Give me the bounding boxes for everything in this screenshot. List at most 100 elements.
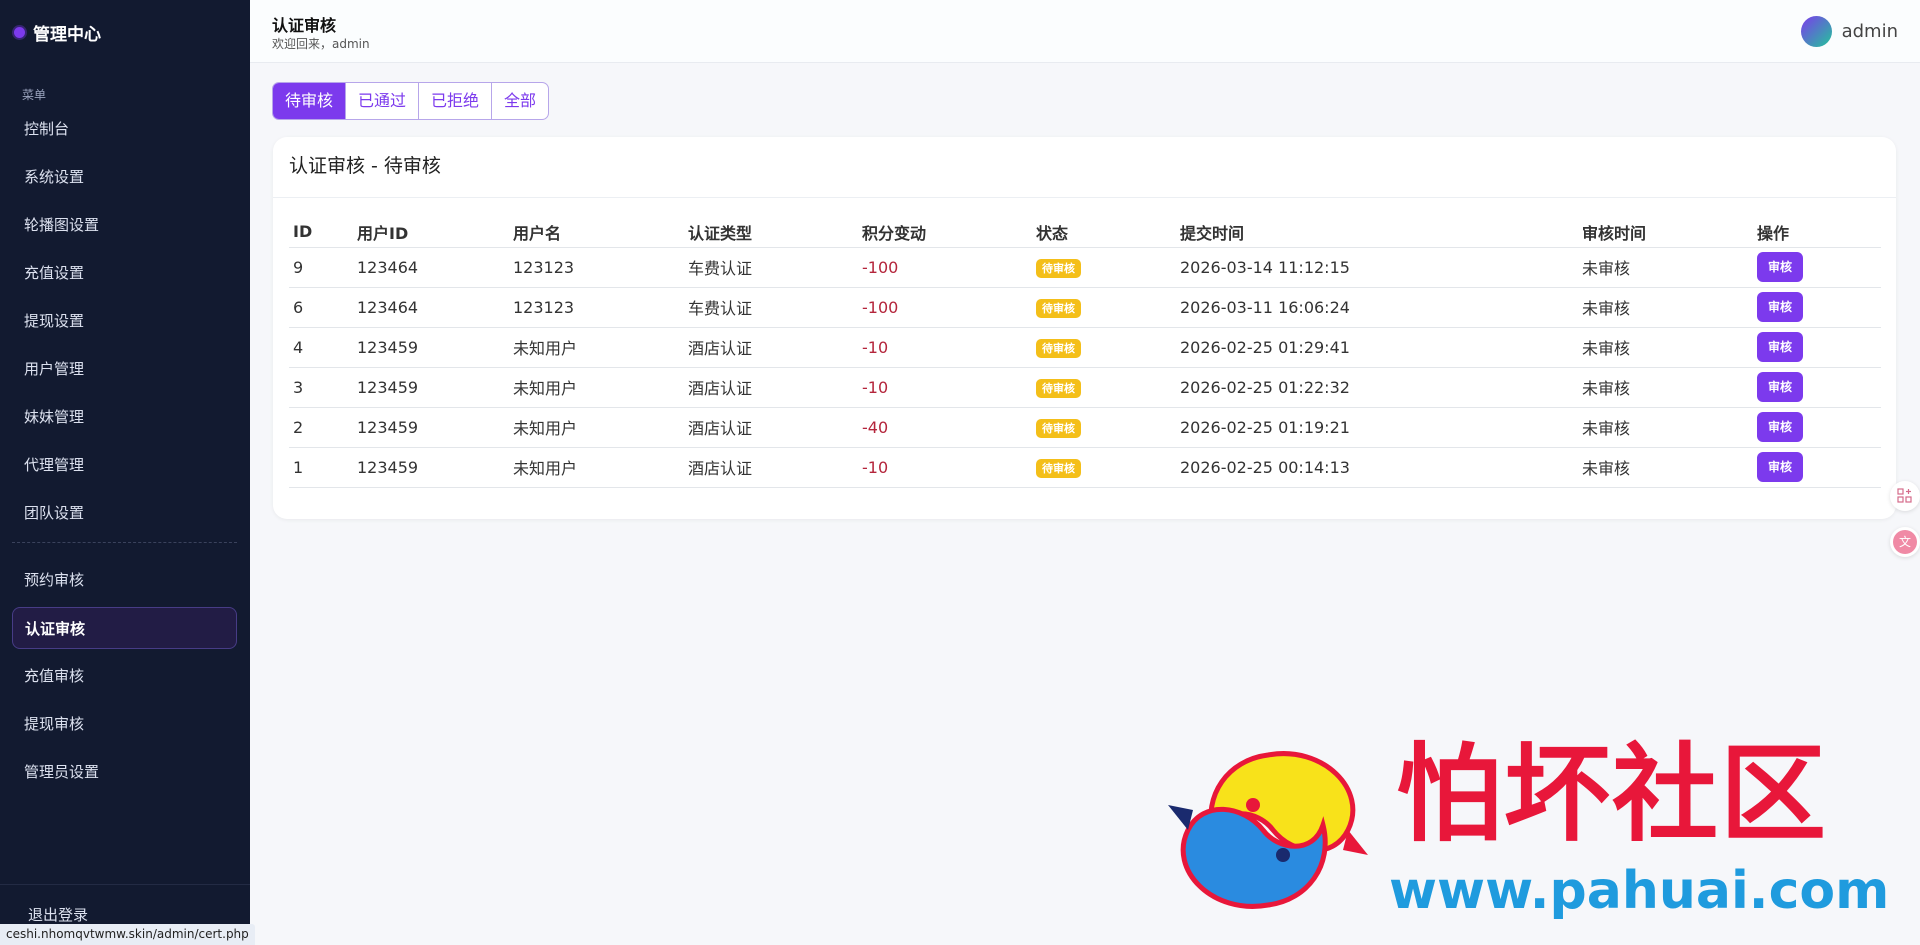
tab-pending[interactable]: 待审核 [273, 83, 347, 119]
cell-points: -10 [858, 327, 1032, 368]
cell-points: -40 [858, 407, 1032, 448]
cell-points: -100 [858, 247, 1032, 288]
sidebar-item-system-settings[interactable]: 系统设置 [12, 156, 237, 198]
watermark: 怕坏社区 www.pahuai.com [1163, 735, 1903, 925]
brand[interactable]: 管理中心 [14, 20, 101, 45]
brand-title: 管理中心 [33, 25, 101, 45]
cell-action: 审核 [1753, 247, 1881, 288]
welcome-text: 欢迎回来，admin [272, 37, 370, 51]
sidebar-item-cert-review[interactable]: 认证审核 [12, 607, 237, 649]
review-button[interactable]: 审核 [1757, 372, 1804, 402]
cert-table: ID 用户ID 用户名 认证类型 积分变动 状态 提交时间 审核时间 操作 9 … [289, 217, 1881, 488]
table-header-row: ID 用户ID 用户名 认证类型 积分变动 状态 提交时间 审核时间 操作 [289, 217, 1881, 248]
cell-id: 4 [289, 327, 353, 368]
sidebar-item-agent-management[interactable]: 代理管理 [12, 444, 237, 486]
col-header-reviewed: 审核时间 [1578, 217, 1753, 248]
col-header-action: 操作 [1753, 217, 1881, 248]
cell-points: -100 [858, 287, 1032, 328]
sidebar-item-banner-settings[interactable]: 轮播图设置 [12, 204, 237, 246]
cell-id: 1 [289, 447, 353, 488]
status-badge: 待审核 [1036, 378, 1081, 398]
cell-username: 未知用户 [509, 367, 684, 408]
cell-type: 车费认证 [684, 287, 858, 328]
menu-divider [12, 542, 237, 543]
col-header-user-id: 用户ID [353, 217, 509, 248]
cell-user-id: 123459 [353, 447, 509, 488]
cell-action: 审核 [1753, 287, 1881, 328]
qr-tool-button[interactable] [1890, 481, 1920, 511]
cell-submitted: 2026-02-25 01:29:41 [1176, 327, 1578, 368]
fish-logo-icon [1168, 751, 1368, 909]
cell-type: 酒店认证 [684, 407, 858, 448]
cell-type: 酒店认证 [684, 327, 858, 368]
table-row: 9 123464 123123 车费认证 -100 待审核 2026-03-14… [289, 247, 1881, 288]
review-button[interactable]: 审核 [1757, 452, 1804, 482]
cell-user-id: 123464 [353, 287, 509, 328]
status-badge: 待审核 [1036, 338, 1081, 358]
cell-reviewed: 未审核 [1578, 447, 1753, 488]
col-header-status: 状态 [1032, 217, 1176, 248]
col-header-submitted: 提交时间 [1176, 217, 1578, 248]
logout-button[interactable]: 退出登录 [28, 904, 88, 925]
watermark-url: www.pahuai.com [1389, 861, 1890, 921]
cell-status: 待审核 [1032, 287, 1176, 328]
tab-rejected[interactable]: 已拒绝 [419, 83, 493, 119]
cell-username: 123123 [509, 247, 684, 288]
sidebar-item-admin-settings[interactable]: 管理员设置 [12, 751, 237, 793]
cell-user-id: 123459 [353, 367, 509, 408]
sidebar-item-withdraw-review[interactable]: 提现审核 [12, 703, 237, 745]
sidebar-item-booking-review[interactable]: 预约审核 [12, 559, 237, 601]
cell-id: 6 [289, 287, 353, 328]
cell-points: -10 [858, 367, 1032, 408]
cell-username: 未知用户 [509, 327, 684, 368]
cell-username: 未知用户 [509, 447, 684, 488]
translate-tool-button[interactable]: 文 [1890, 527, 1920, 557]
col-header-id: ID [289, 217, 353, 248]
status-bar-url: ceshi.nhomqvtwmw.skin/admin/cert.php [0, 924, 255, 945]
table-row: 1 123459 未知用户 酒店认证 -10 待审核 2026-02-25 00… [289, 447, 1881, 488]
cell-type: 车费认证 [684, 247, 858, 288]
cell-reviewed: 未审核 [1578, 247, 1753, 288]
avatar[interactable] [1800, 16, 1832, 47]
cell-status: 待审核 [1032, 327, 1176, 368]
card-title: 认证审核 - 待审核 [289, 155, 441, 177]
sidebar-item-sister-management[interactable]: 妹妹管理 [12, 396, 237, 438]
cell-status: 待审核 [1032, 407, 1176, 448]
page-title: 认证审核 [272, 16, 337, 35]
sidebar-item-recharge-settings[interactable]: 充值设置 [12, 252, 237, 294]
cell-points: -10 [858, 447, 1032, 488]
review-button[interactable]: 审核 [1757, 252, 1804, 282]
review-button[interactable]: 审核 [1757, 412, 1804, 442]
watermark-title: 怕坏社区 [1396, 733, 1828, 856]
status-badge: 待审核 [1036, 418, 1081, 438]
cell-reviewed: 未审核 [1578, 367, 1753, 408]
sidebar-item-user-management[interactable]: 用户管理 [12, 348, 237, 390]
cell-user-id: 123464 [353, 247, 509, 288]
col-header-username: 用户名 [509, 217, 684, 248]
sidebar-item-withdraw-settings[interactable]: 提现设置 [12, 300, 237, 342]
tab-all[interactable]: 全部 [492, 83, 548, 119]
cell-type: 酒店认证 [684, 447, 858, 488]
table-row: 3 123459 未知用户 酒店认证 -10 待审核 2026-02-25 01… [289, 367, 1881, 408]
table-row: 6 123464 123123 车费认证 -100 待审核 2026-03-11… [289, 287, 1881, 328]
table-row: 4 123459 未知用户 酒店认证 -10 待审核 2026-02-25 01… [289, 327, 1881, 368]
cell-action: 审核 [1753, 407, 1881, 448]
cell-status: 待审核 [1032, 247, 1176, 288]
cell-reviewed: 未审核 [1578, 287, 1753, 328]
sidebar-item-team-settings[interactable]: 团队设置 [12, 492, 237, 534]
sidebar: 管理中心 菜单 控制台 系统设置 轮播图设置 充值设置 提现设置 用户管理 妹妹… [0, 0, 250, 945]
cell-action: 审核 [1753, 327, 1881, 368]
user-menu[interactable]: admin [1800, 16, 1898, 47]
sidebar-item-dashboard[interactable]: 控制台 [12, 108, 237, 150]
top-header: 认证审核 欢迎回来，admin admin [250, 0, 1920, 63]
cell-id: 2 [289, 407, 353, 448]
review-button[interactable]: 审核 [1757, 332, 1804, 362]
sidebar-item-recharge-review[interactable]: 充值审核 [12, 655, 237, 697]
tab-approved[interactable]: 已通过 [346, 83, 420, 119]
cell-username: 123123 [509, 287, 684, 328]
cell-type: 酒店认证 [684, 367, 858, 408]
review-button[interactable]: 审核 [1757, 292, 1804, 322]
cell-user-id: 123459 [353, 327, 509, 368]
cell-user-id: 123459 [353, 407, 509, 448]
cell-action: 审核 [1753, 447, 1881, 488]
